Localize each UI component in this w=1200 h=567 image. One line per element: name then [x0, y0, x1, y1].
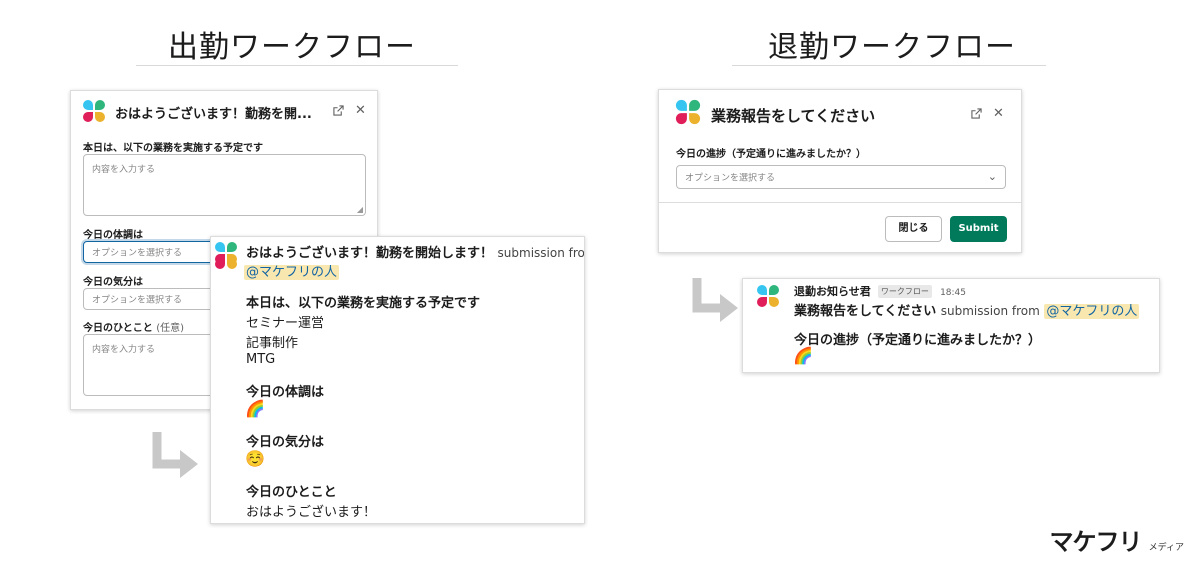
answer-q2-label: 今日の体調は	[246, 385, 325, 400]
close-icon[interactable]: ✕	[355, 104, 366, 118]
message-timestamp[interactable]: 18:45	[940, 288, 966, 298]
resize-grip-icon[interactable]: ◢	[357, 205, 363, 214]
answer-q1-line-3: MTG	[246, 352, 276, 367]
chevron-down-icon[interactable]: ⌄	[988, 170, 997, 183]
clock-in-title-underline	[136, 65, 458, 66]
close-button[interactable]: 閉じる	[885, 216, 942, 242]
field4-label: 今日のひとこと (任意)	[83, 319, 184, 334]
clock-out-section-title: 退勤ワークフロー	[768, 30, 1016, 65]
clock-in-modal-title: おはようございます！勤務を開...	[115, 107, 312, 122]
clock-out-mention[interactable]: @マケフリの人	[1044, 304, 1140, 319]
slack-avatar-icon	[757, 285, 779, 307]
clock-in-mention[interactable]: @マケフリの人	[244, 261, 340, 280]
submission-from-text: submission from	[940, 304, 1040, 318]
answer-q4-text: おはようございます！	[246, 505, 377, 520]
clock-out-title-underline	[732, 65, 1046, 66]
brand-logo-text: マケフリ	[1049, 528, 1143, 556]
clock-out-modal-title: 業務報告をしてください	[711, 107, 876, 125]
modal-footer-divider	[659, 202, 1021, 203]
smile-emoji-icon: ☺️	[245, 449, 265, 468]
answer-q4-label: 今日のひとこと	[246, 485, 337, 500]
field4-label-text: 今日のひとこと	[83, 323, 153, 334]
comment-textarea-placeholder: 内容を入力する	[92, 345, 156, 355]
answer-q3-label: 今日の気分は	[246, 435, 325, 450]
progress-field-label: 今日の進捗（予定通りに進みましたか？）	[676, 149, 866, 160]
slack-logo-icon	[83, 100, 105, 122]
external-link-icon[interactable]	[971, 108, 982, 123]
slack-logo-icon	[675, 99, 701, 125]
progress-select-placeholder: オプションを選択する	[685, 173, 776, 184]
bot-header: 退勤お知らせ君 ワークフロー 18:45	[794, 283, 966, 299]
clock-out-message: 退勤お知らせ君 ワークフロー 18:45 業務報告をしてください submiss…	[742, 278, 1160, 373]
field4-optional-tag: (任意)	[156, 323, 184, 334]
close-icon[interactable]: ✕	[993, 107, 1004, 121]
field3-label: 今日の気分は	[83, 277, 143, 288]
clock-in-message-title: おはようございます！勤務を開始します！ submission from	[246, 242, 585, 261]
submit-button[interactable]: Submit	[950, 216, 1007, 242]
progress-select[interactable]: オプションを選択する ⌄	[676, 165, 1006, 189]
slack-avatar-icon	[215, 259, 237, 271]
plan-textarea[interactable]: 内容を入力する ◢	[83, 154, 366, 216]
field1-label: 本日は、以下の業務を実施する予定です	[83, 143, 263, 154]
answer-q1-line-2: 記事制作	[246, 336, 299, 351]
brand-sub-text: メディア	[1148, 543, 1184, 553]
bot-name[interactable]: 退勤お知らせ君	[794, 285, 871, 298]
submission-from-text: submission from	[497, 246, 585, 260]
condition-select-placeholder: オプションを選択する	[92, 248, 183, 259]
clock-out-answer-q1-label: 今日の進捗（予定通りに進みましたか？）	[794, 333, 1042, 348]
plan-textarea-placeholder: 内容を入力する	[92, 165, 156, 175]
workflow-badge: ワークフロー	[877, 285, 932, 298]
rainbow-emoji-icon: 🌈	[793, 346, 813, 365]
clock-in-section-title: 出勤ワークフロー	[168, 30, 416, 65]
answer-q1-line-1: セミナー運営	[246, 316, 325, 331]
field2-label: 今日の体調は	[83, 230, 143, 241]
clock-out-modal: 業務報告をしてください ✕ 今日の進捗（予定通りに進みましたか？） オプションを…	[658, 89, 1022, 253]
down-right-arrow-icon	[152, 432, 198, 478]
brand-logo: マケフリ メディア	[1050, 522, 1184, 557]
clock-out-message-title: 業務報告をしてください submission from @マケフリの人	[794, 304, 1140, 319]
clock-in-message: おはようございます！勤務を開始します！ submission from @マケフ…	[210, 236, 585, 524]
rainbow-emoji-icon: 🌈	[245, 399, 265, 418]
mood-select-placeholder: オプションを選択する	[92, 295, 183, 306]
down-right-arrow-icon	[692, 278, 738, 322]
external-link-icon[interactable]	[333, 105, 344, 120]
answer-q1-label: 本日は、以下の業務を実施する予定です	[246, 296, 481, 311]
